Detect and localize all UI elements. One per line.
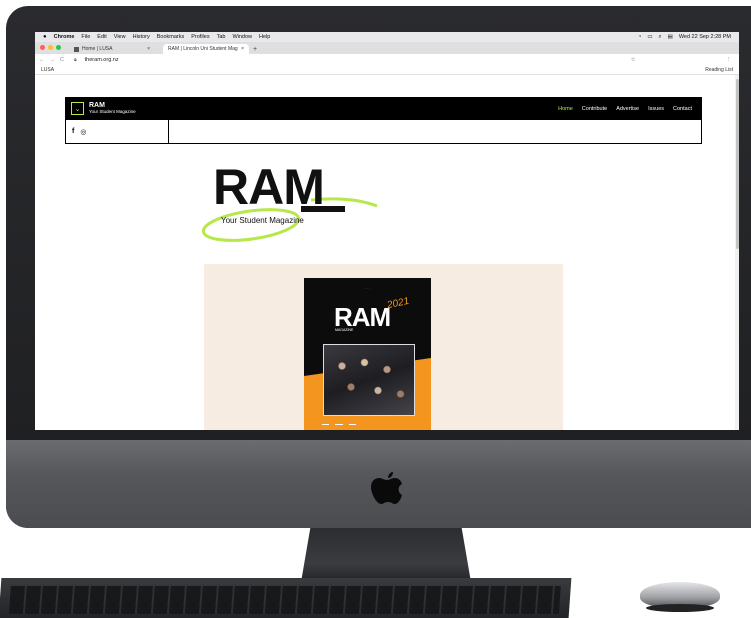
site-logo-icon[interactable]: ⌄ xyxy=(71,102,84,115)
page-scrollbar[interactable] xyxy=(735,75,739,430)
cover-panel: · · · RAM 2021 MAGAZINE xyxy=(204,264,563,430)
bookmark-star-icon[interactable]: ☆ xyxy=(631,57,636,63)
new-tab-button[interactable]: + xyxy=(253,46,257,53)
mac-menubar: ● Chrome File Edit View History Bookmark… xyxy=(35,32,739,42)
menu-tab[interactable]: Tab xyxy=(217,34,226,40)
back-icon[interactable]: ← xyxy=(39,57,45,63)
menu-view[interactable]: View xyxy=(114,34,126,40)
nav-advertise[interactable]: Advertise xyxy=(616,106,639,112)
bookmark-lusa[interactable]: LUSA xyxy=(41,67,54,73)
search-icon[interactable]: ⌕ xyxy=(659,34,662,41)
screen: ● Chrome File Edit View History Bookmark… xyxy=(35,32,739,430)
tab-lusa[interactable]: Home | LUSA × xyxy=(69,44,155,54)
tab-label: RAM | Lincoln Uni Student Mag xyxy=(168,46,238,52)
address-bar: ← → C 🔒︎ theram.org.nz ☆ ⋮ xyxy=(35,54,739,65)
nav-home[interactable]: Home xyxy=(558,106,573,112)
magazine-cover[interactable]: · · · RAM 2021 MAGAZINE xyxy=(304,278,431,430)
social-row: f ◎ xyxy=(65,120,702,144)
clock[interactable]: Wed 22 Sep 2:28 PM xyxy=(679,34,731,40)
close-tab-icon[interactable]: × xyxy=(241,46,244,52)
brand-title: RAM xyxy=(89,102,105,110)
minimize-window-button[interactable] xyxy=(48,45,53,50)
window-controls xyxy=(40,45,61,50)
magazine-subtitle: MAGAZINE xyxy=(335,328,354,332)
menu-edit[interactable]: Edit xyxy=(97,34,106,40)
menu-window[interactable]: Window xyxy=(232,34,252,40)
lock-icon[interactable]: 🔒︎ xyxy=(74,57,77,63)
wifi-icon[interactable]: ◔ xyxy=(638,34,641,40)
reload-icon[interactable]: C xyxy=(60,57,64,63)
menu-bookmarks[interactable]: Bookmarks xyxy=(157,34,185,40)
magazine-year: 2021 xyxy=(386,295,411,312)
menu-history[interactable]: History xyxy=(133,34,150,40)
footer-rule xyxy=(349,424,356,430)
web-page: ⌄ RAM Your Student Magazine Home Contrib… xyxy=(35,75,739,430)
bookmarks-bar: LUSA Reading List xyxy=(35,65,739,75)
browser-tab-bar: Home | LUSA × RAM | Lincoln Uni Student … xyxy=(35,42,739,54)
more-menu-icon[interactable]: ⋮ xyxy=(726,57,732,63)
nav-contribute[interactable]: Contribute xyxy=(582,106,607,112)
brand-subtitle: Your Student Magazine xyxy=(89,109,136,115)
tab-ram[interactable]: RAM | Lincoln Uni Student Mag × xyxy=(163,44,249,54)
maximize-window-button[interactable] xyxy=(56,45,61,50)
brand[interactable]: RAM Your Student Magazine xyxy=(89,102,136,115)
menu-help[interactable]: Help xyxy=(259,34,270,40)
footer-rule xyxy=(322,424,329,430)
instagram-icon[interactable]: ◎ xyxy=(80,128,86,136)
url-field[interactable]: theram.org.nz xyxy=(85,57,119,63)
battery-icon[interactable]: ▭ xyxy=(647,34,652,40)
site-nav: Home Contribute Advertise Issues Contact xyxy=(558,106,692,112)
apple-menu-icon[interactable]: ● xyxy=(43,34,47,40)
nav-issues[interactable]: Issues xyxy=(648,106,664,112)
menu-file[interactable]: File xyxy=(81,34,90,40)
facebook-icon[interactable]: f xyxy=(72,128,74,135)
close-tab-icon[interactable]: × xyxy=(147,46,150,52)
lusa-favicon-icon xyxy=(74,46,79,52)
apple-logo-icon xyxy=(371,472,402,504)
forward-icon[interactable]: → xyxy=(50,57,56,63)
menu-app-name[interactable]: Chrome xyxy=(54,34,75,40)
tab-label: Home | LUSA xyxy=(82,46,113,52)
social-links: f ◎ xyxy=(66,120,169,143)
close-window-button[interactable] xyxy=(40,45,45,50)
hero-logo-tagline: Your Student Magazine xyxy=(221,216,304,225)
reading-list-button[interactable]: Reading List xyxy=(705,67,733,73)
menu-profiles[interactable]: Profiles xyxy=(191,34,209,40)
control-center-icon[interactable]: ▤ xyxy=(668,34,673,40)
footer-rule xyxy=(334,424,344,430)
site-header: ⌄ RAM Your Student Magazine Home Contrib… xyxy=(65,97,702,120)
crowd-photo xyxy=(323,344,415,416)
magazine-footer xyxy=(322,424,356,430)
mouse xyxy=(640,582,720,612)
keyboard xyxy=(0,578,572,618)
nav-contact[interactable]: Contact xyxy=(673,106,692,112)
magazine-issue-text: · · · xyxy=(365,286,370,290)
ram-hero-logo: RAM Your Student Magazine xyxy=(201,159,378,242)
